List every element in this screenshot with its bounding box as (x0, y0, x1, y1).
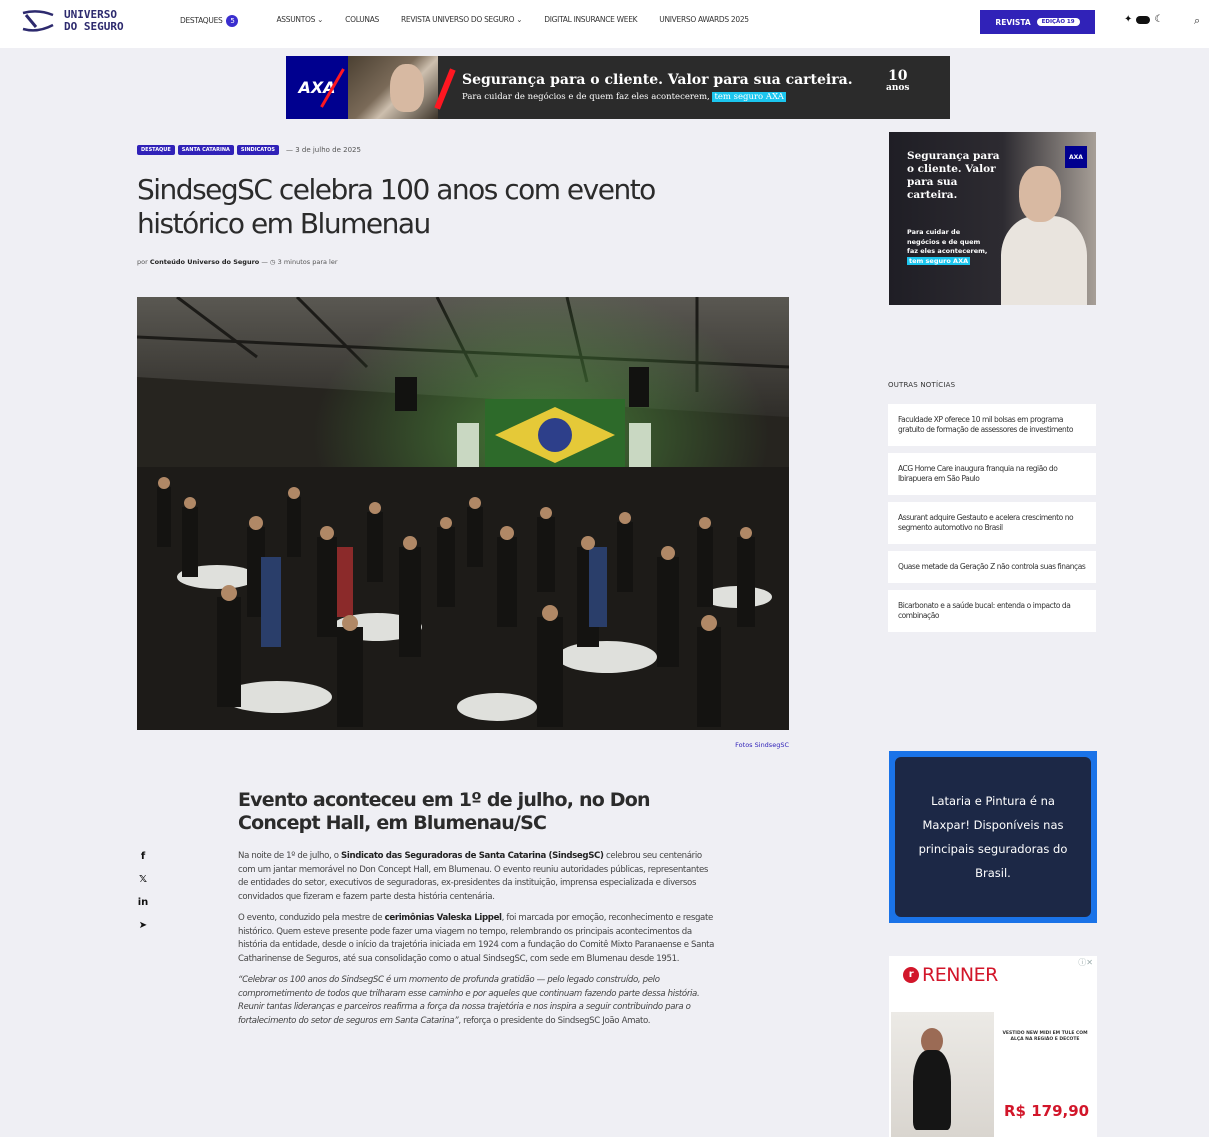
nav-destaques-badge: 5 (226, 15, 239, 27)
photo-credit: Fotos SindsegSC (735, 741, 789, 749)
p2-b: cerimônias Valeska Lippel (384, 913, 502, 923)
byline-prefix: por (137, 258, 148, 266)
sidebar-axa-ad[interactable]: AXA Segurança para o cliente. Valor para… (889, 132, 1096, 305)
ad-highlight: tem seguro AXA (907, 256, 971, 265)
ad-close-icon[interactable]: ⓘ✕ (1078, 957, 1093, 968)
revista-button-label: REVISTA (995, 17, 1031, 27)
other-news-list: Faculdade XP oferece 10 mil bolsas em pr… (888, 404, 1096, 639)
share-bar: f 𝕏 in ➤ (137, 851, 149, 932)
p3-tail: , reforça o presidente do SindsegSC João… (458, 1015, 651, 1026)
news-item[interactable]: Assurant adquire Gestauto e acelera cres… (888, 502, 1096, 544)
banner-highlight: tem seguro AXA (712, 92, 786, 102)
ad-subline: Para cuidar de negócios e de quem faz el… (907, 228, 989, 266)
article-date: — 3 de julho de 2025 (285, 146, 361, 154)
toggle-icon (1136, 15, 1151, 24)
main-nav: DESTAQUES5 ASSUNTOS COLUNAS REVISTA UNIV… (180, 15, 749, 27)
ad-person-body (1001, 216, 1087, 305)
nav-colunas[interactable]: COLUNAS (345, 15, 379, 27)
renner-ad[interactable]: r RENNER ⓘ✕ VESTIDO NEW MIDI EM TULE COM … (889, 956, 1097, 1137)
product-image (891, 1012, 994, 1137)
article-photo (137, 297, 789, 730)
banner-anniversary: 10 anos (886, 69, 910, 94)
ad-person-face (1019, 166, 1061, 222)
search-icon[interactable]: ⌕ (1194, 14, 1200, 28)
paragraph-3: “Celebrar os 100 anos do SindsegSC é um … (238, 974, 716, 1028)
model-dress (913, 1050, 951, 1130)
ad-headline: Segurança para o cliente. Valor para sua… (907, 150, 1000, 201)
tag-destaque[interactable]: DESTAQUE (137, 145, 175, 155)
maxpar-ad-text: Lataria e Pintura é na Maxpar! Disponíve… (895, 757, 1091, 917)
axa-top-banner[interactable]: AXA Segurança para o cliente. Valor para… (286, 56, 950, 119)
article-body: Na noite de 1º de julho, o Sindicato das… (238, 850, 716, 1036)
banner-subline: Para cuidar de negócios e de quem faz el… (462, 92, 786, 102)
nav-universo-awards[interactable]: UNIVERSO AWARDS 2025 (659, 15, 749, 27)
p1-b: Sindicato das Seguradoras de Santa Catar… (341, 851, 604, 861)
sun-icon: ✦ (1124, 14, 1133, 25)
linkedin-icon[interactable]: in (137, 897, 149, 909)
product-description: VESTIDO NEW MIDI EM TULE COM ALÇA NA REG… (1002, 1031, 1088, 1042)
nav-assuntos[interactable]: ASSUNTOS (276, 15, 323, 27)
nav-destaques-label: DESTAQUES (180, 16, 223, 25)
news-item[interactable]: Quase metade da Geração Z não controla s… (888, 551, 1096, 583)
maxpar-ad[interactable]: Lataria e Pintura é na Maxpar! Disponíve… (889, 751, 1097, 923)
author-link[interactable]: Conteúdo Universo do Seguro (150, 258, 259, 266)
paragraph-2: O evento, conduzido pela mestre de cerim… (238, 912, 716, 966)
ad-subline-text: Para cuidar de negócios e de quem faz el… (907, 228, 988, 255)
p2-a: O evento, conduzido pela mestre de (238, 913, 385, 923)
article-tags: DESTAQUE SANTA CATARINA SINDICATOS — 3 d… (137, 145, 361, 155)
site-header: UNIVERSO DO SEGURO DESTAQUES5 ASSUNTOS C… (0, 0, 1209, 48)
article-subtitle: Evento aconteceu em 1º de julho, no Don … (238, 789, 651, 834)
product-price: R$ 179,90 (1004, 1102, 1090, 1120)
renner-r-icon: r (903, 967, 919, 983)
news-item[interactable]: ACG Home Care inaugura franquia na regiã… (888, 453, 1096, 495)
logo-line2: DO SEGURO (64, 20, 124, 33)
other-news-heading: OUTRAS NOTÍCIAS (888, 381, 956, 389)
banner-headline: Segurança para o cliente. Valor para sua… (462, 72, 853, 88)
paragraph-1: Na noite de 1º de julho, o Sindicato das… (238, 850, 716, 904)
banner-person (390, 64, 424, 112)
theme-switcher[interactable]: ✦ ☾ (1124, 14, 1163, 25)
x-icon[interactable]: 𝕏 (137, 874, 149, 886)
banner-subline-text: Para cuidar de negócios e de quem faz el… (462, 92, 710, 102)
renner-brand: RENNER (922, 964, 998, 986)
revista-button[interactable]: REVISTA EDIÇÃO 19 (980, 10, 1095, 34)
edition-badge: EDIÇÃO 19 (1036, 18, 1080, 26)
p1-a: Na noite de 1º de julho, o (238, 851, 342, 861)
tag-santa-catarina[interactable]: SANTA CATARINA (177, 145, 234, 155)
axa-logo: AXA (286, 56, 348, 119)
renner-logo: r RENNER (903, 964, 998, 986)
nav-digital-insurance-week[interactable]: DIGITAL INSURANCE WEEK (544, 15, 637, 27)
nav-destaques[interactable]: DESTAQUES 5 (180, 15, 239, 27)
news-item[interactable]: Bicarbonato e a saúde bucal: entenda o i… (888, 590, 1096, 632)
telegram-icon[interactable]: ➤ (137, 920, 149, 932)
read-time: — ◷ 3 minutos para ler (261, 258, 338, 266)
logo-mark-icon (20, 9, 56, 33)
site-logo[interactable]: UNIVERSO DO SEGURO (20, 9, 124, 33)
moon-icon: ☾ (1154, 14, 1164, 25)
news-item[interactable]: Faculdade XP oferece 10 mil bolsas em pr… (888, 404, 1096, 446)
nav-revista-universo[interactable]: REVISTA UNIVERSO DO SEGURO (401, 15, 522, 27)
facebook-icon[interactable]: f (137, 851, 149, 863)
byline: por Conteúdo Universo do Seguro — ◷ 3 mi… (137, 258, 338, 266)
ad-axa-logo: AXA (1065, 146, 1087, 168)
tag-sindicatos[interactable]: SINDICATOS (236, 145, 279, 155)
article-title: SindsegSC celebra 100 anos com evento hi… (137, 173, 656, 240)
anniversary-word: anos (886, 83, 910, 93)
